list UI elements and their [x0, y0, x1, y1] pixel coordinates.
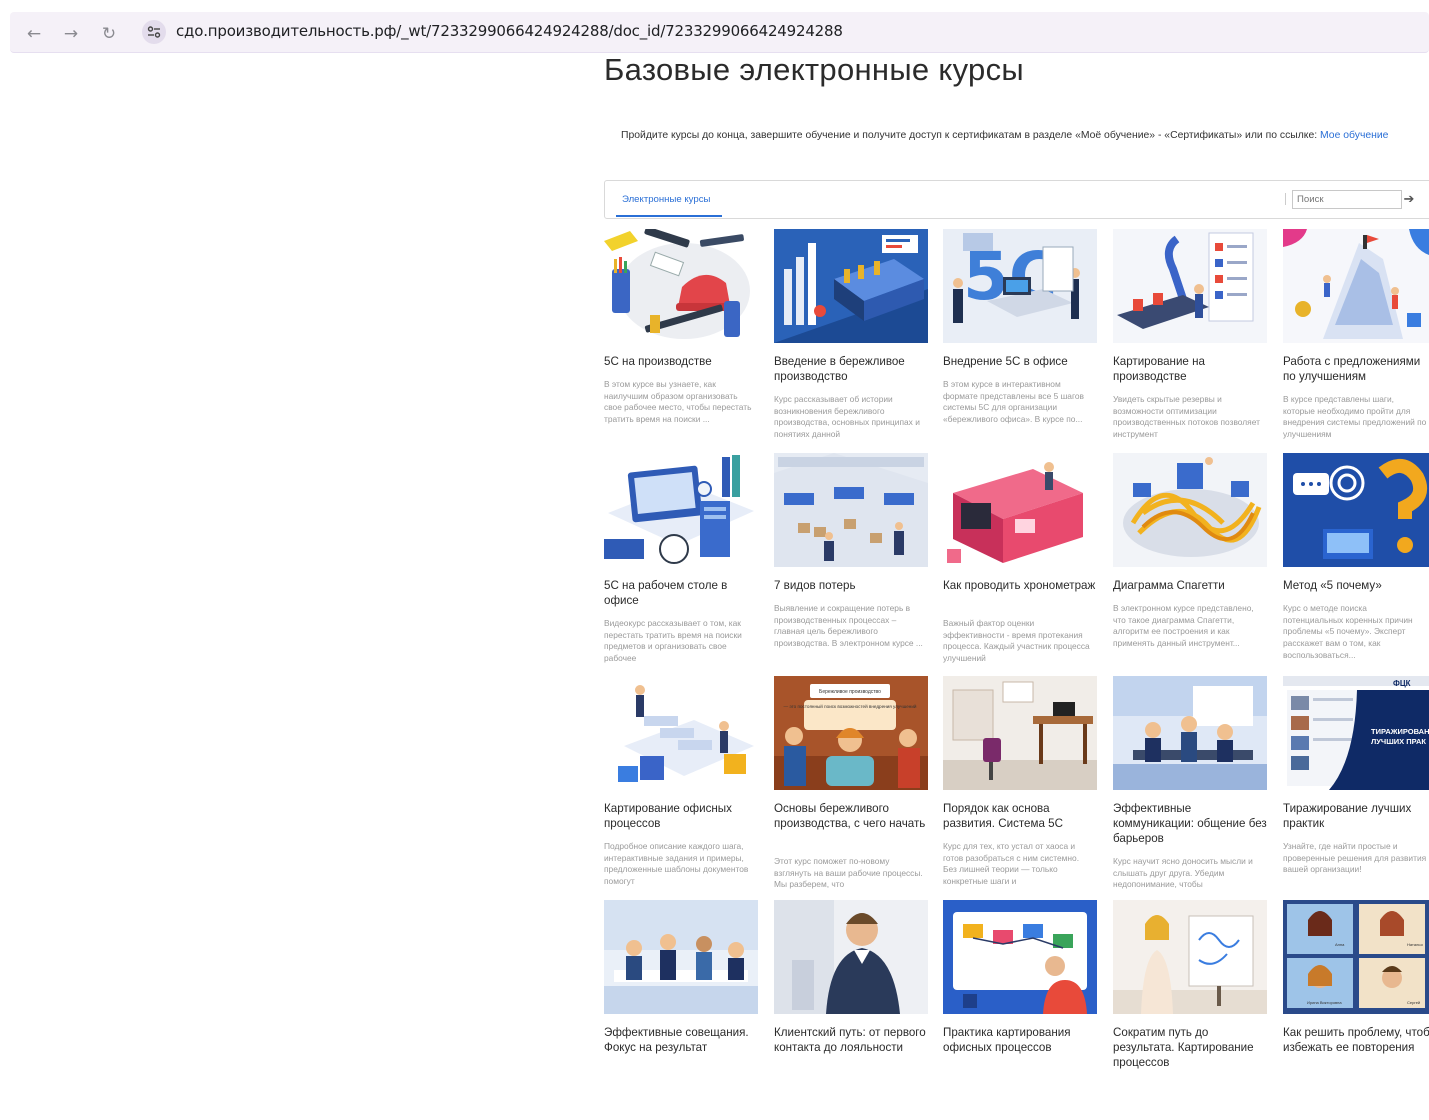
- forward-arrow-icon[interactable]: →: [61, 24, 81, 44]
- intro-message: Пройдите курсы до конца, завершите обуче…: [621, 130, 1321, 141]
- course-thumbnail[interactable]: [943, 900, 1097, 1014]
- search-input[interactable]: [1292, 190, 1402, 209]
- course-title[interactable]: Эффективные совещания. Фокус на результа…: [604, 1025, 758, 1055]
- course-description: Важный фактор оценки эффективности - вре…: [943, 618, 1090, 664]
- course-card[interactable]: Бережливое производство — это постоянный…: [774, 676, 928, 896]
- course-card[interactable]: Эффективные коммуникации: общение без ба…: [1113, 676, 1267, 896]
- course-thumbnail[interactable]: Бережливое производство — это постоянный…: [774, 676, 928, 790]
- course-title[interactable]: Внедрение 5С в офисе: [943, 354, 1097, 369]
- thumb-bubble-text: — это постоянный поиск возможностей внед…: [784, 703, 917, 709]
- thumb-banner-line1: ТИРАЖИРОВАН: [1371, 727, 1429, 736]
- course-thumbnail[interactable]: [1283, 229, 1429, 343]
- course-title[interactable]: Картирование на производстве: [1113, 354, 1267, 384]
- course-title[interactable]: Сократим путь до результата. Картировани…: [1113, 1025, 1267, 1070]
- site-settings-icon[interactable]: [142, 20, 166, 44]
- course-card[interactable]: 5С на производстве В этом курсе вы узнае…: [604, 229, 758, 449]
- course-thumbnail[interactable]: [943, 676, 1097, 790]
- divider: [1285, 193, 1286, 205]
- course-thumbnail[interactable]: [604, 229, 758, 343]
- course-card[interactable]: Работа с предложениями по улучшениям В к…: [1283, 229, 1429, 449]
- course-description: Курс рассказывает об истории возникновен…: [774, 394, 920, 440]
- course-title[interactable]: Основы бережливого производства, с чего …: [774, 801, 928, 831]
- course-card[interactable]: Введение в бережливое производство Курс …: [774, 229, 928, 449]
- course-description: В курсе представлены шаги, которые необх…: [1283, 394, 1427, 440]
- course-description: В этом курсе вы узнаете, как наилучшим о…: [604, 379, 752, 425]
- course-thumbnail[interactable]: [1113, 229, 1267, 343]
- course-title[interactable]: Как проводить хронометраж: [943, 578, 1097, 593]
- course-title[interactable]: Тиражирование лучших практик: [1283, 801, 1429, 831]
- back-arrow-icon[interactable]: ←: [24, 24, 44, 44]
- course-thumbnail[interactable]: ФЦК ТИРАЖИРОВАН ЛУЧШИХ ПРАК: [1283, 676, 1429, 790]
- course-description: Подробное описание каждого шага, интерак…: [604, 841, 749, 887]
- course-card[interactable]: Эффективные совещания. Фокус на результа…: [604, 900, 758, 1120]
- course-card[interactable]: Порядок как основа развития. Система 5С …: [943, 676, 1097, 896]
- course-thumbnail[interactable]: Анна Наталья Ирина Викторовна Сергей: [1283, 900, 1429, 1014]
- tab-electronic-courses[interactable]: Электронные курсы: [622, 194, 710, 205]
- course-card[interactable]: Клиентский путь: от первого контакта до …: [774, 900, 928, 1120]
- course-thumbnail[interactable]: [774, 900, 928, 1014]
- thumb-banner-line2: ЛУЧШИХ ПРАК: [1371, 737, 1426, 746]
- course-thumbnail[interactable]: [604, 900, 758, 1014]
- course-thumbnail[interactable]: [1113, 900, 1267, 1014]
- course-title[interactable]: Порядок как основа развития. Система 5С: [943, 801, 1097, 831]
- course-card[interactable]: Картирование офисных процессов Подробное…: [604, 676, 758, 896]
- course-card[interactable]: Практика картирования офисных процессов: [943, 900, 1097, 1120]
- course-title[interactable]: Введение в бережливое производство: [774, 354, 928, 384]
- course-title[interactable]: Картирование офисных процессов: [604, 801, 758, 831]
- course-description: Курс для тех, кто устал от хаоса и готов…: [943, 841, 1080, 887]
- course-card[interactable]: Метод «5 почему» Курс о методе поиска по…: [1283, 453, 1429, 673]
- course-description: В этом курсе в интерактивном формате пре…: [943, 379, 1084, 425]
- course-title[interactable]: Клиентский путь: от первого контакта до …: [774, 1025, 928, 1055]
- course-title[interactable]: Метод «5 почему»: [1283, 578, 1429, 593]
- course-description: Увидеть скрытые резервы и возможности оп…: [1113, 394, 1260, 440]
- page-title: Базовые электронные курсы: [604, 52, 1024, 87]
- course-title[interactable]: 7 видов потерь: [774, 578, 928, 593]
- course-thumbnail[interactable]: [1113, 453, 1267, 567]
- course-thumbnail[interactable]: [604, 676, 758, 790]
- my-learning-link[interactable]: Мое обучение: [1320, 130, 1388, 141]
- course-description: Курс о методе поиска потенциальных корен…: [1283, 603, 1413, 660]
- course-description: Этот курс поможет по-новому взглянуть на…: [774, 856, 923, 890]
- course-title[interactable]: 5С на рабочем столе в офисе: [604, 578, 758, 608]
- course-thumbnail[interactable]: [943, 453, 1097, 567]
- thumb-participant-name: Сергей: [1407, 1000, 1420, 1005]
- thumb-participant-name: Анна: [1335, 942, 1345, 947]
- reload-icon[interactable]: ↻: [99, 24, 119, 44]
- tab-active-indicator: [616, 215, 722, 217]
- thumb-participant-name: Ирина Викторовна: [1307, 1000, 1342, 1005]
- course-card[interactable]: ФЦК ТИРАЖИРОВАН ЛУЧШИХ ПРАК Тиражировани…: [1283, 676, 1429, 896]
- course-card[interactable]: Картирование на производстве Увидеть скр…: [1113, 229, 1267, 449]
- thumb-bubble-title: Бережливое производство: [819, 689, 881, 695]
- course-title[interactable]: Работа с предложениями по улучшениям: [1283, 354, 1429, 384]
- course-description: Курс научит ясно доносить мысли и слышат…: [1113, 856, 1253, 890]
- course-thumbnail[interactable]: [774, 453, 928, 567]
- course-tabs-bar: Электронные курсы ➔: [604, 180, 1429, 219]
- intro-text: Пройдите курсы до конца, завершите обуче…: [621, 130, 1388, 141]
- course-card[interactable]: Диаграмма Спагетти В электронном курсе п…: [1113, 453, 1267, 673]
- course-card[interactable]: Как проводить хронометраж Важный фактор …: [943, 453, 1097, 673]
- course-title[interactable]: Как решить проблему, чтобы избежать ее п…: [1283, 1025, 1429, 1055]
- course-thumbnail[interactable]: [1283, 453, 1429, 567]
- course-description: Узнайте, где найти простые и проверенные…: [1283, 841, 1427, 875]
- course-description: В электронном курсе представлено, что та…: [1113, 603, 1254, 649]
- thumb-logo-text: ФЦК: [1393, 679, 1411, 688]
- course-description: Видеокурс рассказывает о том, как перест…: [604, 618, 742, 664]
- course-thumbnail[interactable]: [774, 229, 928, 343]
- course-card[interactable]: 5С на рабочем столе в офисе Видеокурс ра…: [604, 453, 758, 673]
- course-title[interactable]: Практика картирования офисных процессов: [943, 1025, 1097, 1055]
- course-thumbnail[interactable]: [604, 453, 758, 567]
- thumb-participant-name: Наталья: [1407, 942, 1423, 947]
- course-card[interactable]: 5C Внедрение 5С в офисе В этом курсе в и…: [943, 229, 1097, 449]
- url-text[interactable]: сдо.производительность.рф/_wt/7233299066…: [176, 22, 843, 40]
- search-submit-arrow-icon[interactable]: ➔: [1402, 191, 1416, 207]
- course-title[interactable]: Диаграмма Спагетти: [1113, 578, 1267, 593]
- course-thumbnail[interactable]: [1113, 676, 1267, 790]
- course-description: Выявление и сокращение потерь в производ…: [774, 603, 923, 649]
- course-card[interactable]: 7 видов потерь Выявление и сокращение по…: [774, 453, 928, 673]
- course-title[interactable]: 5С на производстве: [604, 354, 758, 369]
- course-title[interactable]: Эффективные коммуникации: общение без ба…: [1113, 801, 1267, 846]
- course-card[interactable]: Анна Наталья Ирина Викторовна Сергей Как…: [1283, 900, 1429, 1120]
- course-thumbnail[interactable]: 5C: [943, 229, 1097, 343]
- course-card[interactable]: Сократим путь до результата. Картировани…: [1113, 900, 1267, 1120]
